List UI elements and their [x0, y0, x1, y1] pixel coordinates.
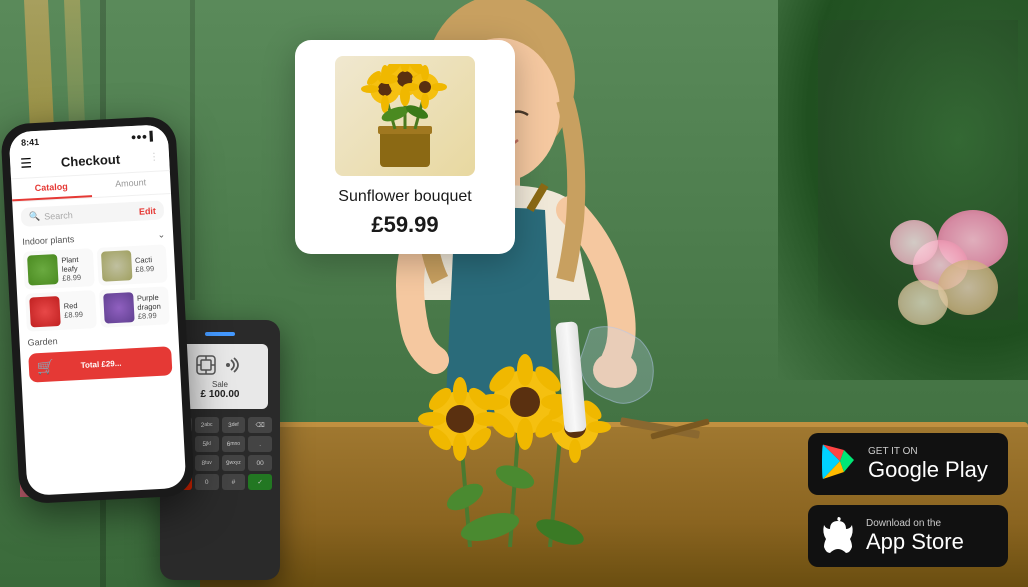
product-image	[335, 56, 475, 176]
key-5[interactable]: 5jkl	[195, 436, 219, 452]
reader-icons	[195, 354, 245, 376]
product-item-3[interactable]: Red £8.99	[25, 290, 96, 332]
shelf-post-2	[190, 0, 195, 300]
product-item-4[interactable]: Purple dragon £8.99	[98, 286, 169, 328]
phone-signal: ●●● ▌	[131, 131, 157, 142]
key-3[interactable]: 3def	[222, 417, 246, 433]
product-item-info-2: Cacti £8.99	[135, 255, 163, 274]
phone-screen: 8:41 ●●● ▌ ☰ Checkout ⋮ Catalog Amount 🔍…	[9, 124, 187, 496]
product-item-img-1	[27, 254, 59, 286]
phone-search-text: Search	[44, 206, 135, 221]
key-00[interactable]: 00	[248, 455, 272, 471]
cart-spacer	[148, 361, 164, 362]
product-item-info-3: Red £8.99	[64, 300, 92, 319]
flower-cream-2	[898, 280, 948, 325]
app-store-badge[interactable]: Download on the App Store	[808, 505, 1008, 567]
apple-logo	[822, 515, 854, 553]
menu-icon[interactable]: ☰	[20, 155, 32, 172]
app-store-icon	[822, 515, 854, 558]
google-play-large-text: Google Play	[868, 458, 988, 482]
product-item-info-1: Plant leafy £8.99	[61, 254, 90, 282]
product-item-info-4: Purple dragon £8.99	[137, 292, 166, 320]
product-item-img-3	[29, 296, 61, 328]
key-0[interactable]: 0	[195, 474, 219, 490]
search-icon: 🔍	[29, 211, 41, 223]
key-confirm[interactable]: ✓	[248, 474, 272, 490]
category-toggle[interactable]: ⌄	[157, 229, 165, 240]
product-image-svg	[345, 64, 465, 169]
phone-search-bar: 🔍 Search Edit	[21, 200, 165, 226]
phone-product-grid: Plant leafy £8.99 Cacti £8.99 Red £8.99	[15, 244, 178, 332]
key-9[interactable]: 9wxyz	[222, 455, 246, 471]
phone-time: 8:41	[21, 137, 40, 148]
product-name: Sunflower bouquet	[311, 188, 499, 206]
google-play-icon	[822, 443, 856, 486]
sunflowers-table	[390, 347, 680, 547]
product-item-price-2: £8.99	[135, 264, 163, 274]
phone-footer[interactable]: 🛒 Total £29...	[28, 346, 172, 382]
key-hash[interactable]: #	[222, 474, 246, 490]
app-store-text: Download on the App Store	[866, 518, 964, 554]
product-item-img-2	[100, 250, 132, 282]
app-store-large-text: App Store	[866, 530, 964, 554]
key-6[interactable]: 6mno	[222, 436, 246, 452]
product-item-2[interactable]: Cacti £8.99	[96, 244, 167, 286]
phone-header-spacer: ⋮	[149, 151, 160, 163]
app-badges: GET IT ON Google Play Download on the Ap…	[808, 433, 1008, 567]
phone-header-title: Checkout	[60, 151, 120, 169]
chip-icon	[195, 354, 217, 376]
tab-catalog[interactable]: Catalog	[11, 175, 92, 201]
key-2[interactable]: 2abc	[195, 417, 219, 433]
google-play-text: GET IT ON Google Play	[868, 446, 988, 482]
flower-pink-3	[890, 220, 938, 265]
key-back[interactable]: ⌫	[248, 417, 272, 433]
product-item-img-4	[103, 292, 135, 324]
google-play-badge[interactable]: GET IT ON Google Play	[808, 433, 1008, 495]
category-name: Indoor plants	[22, 234, 75, 248]
edit-button[interactable]: Edit	[139, 205, 157, 216]
product-item-name-4: Purple dragon	[137, 292, 165, 311]
tab-amount[interactable]: Amount	[90, 171, 171, 197]
reader-light	[205, 332, 235, 336]
product-item-1[interactable]: Plant leafy £8.99	[23, 248, 94, 290]
contactless-icon	[223, 354, 245, 376]
key-8[interactable]: 8tuv	[195, 455, 219, 471]
key-dot[interactable]: .	[248, 436, 272, 452]
reader-amount: £ 100.00	[201, 389, 240, 400]
reader-sale-label: Sale	[212, 380, 228, 389]
cart-total: Total £29...	[80, 359, 121, 370]
product-card: Sunflower bouquet £59.99	[295, 40, 515, 254]
product-item-price-4: £8.99	[138, 310, 166, 320]
cart-icon: 🛒	[36, 358, 54, 376]
product-item-name-1: Plant leafy	[61, 254, 89, 273]
phone-footer-wrap: 🛒 Total £29...	[20, 346, 180, 383]
product-item-price-1: £8.99	[62, 272, 90, 282]
play-store-logo	[822, 443, 856, 481]
product-price: £59.99	[311, 212, 499, 238]
product-item-price-3: £8.99	[64, 309, 92, 319]
phone-mockup: 8:41 ●●● ▌ ☰ Checkout ⋮ Catalog Amount 🔍…	[0, 116, 195, 505]
